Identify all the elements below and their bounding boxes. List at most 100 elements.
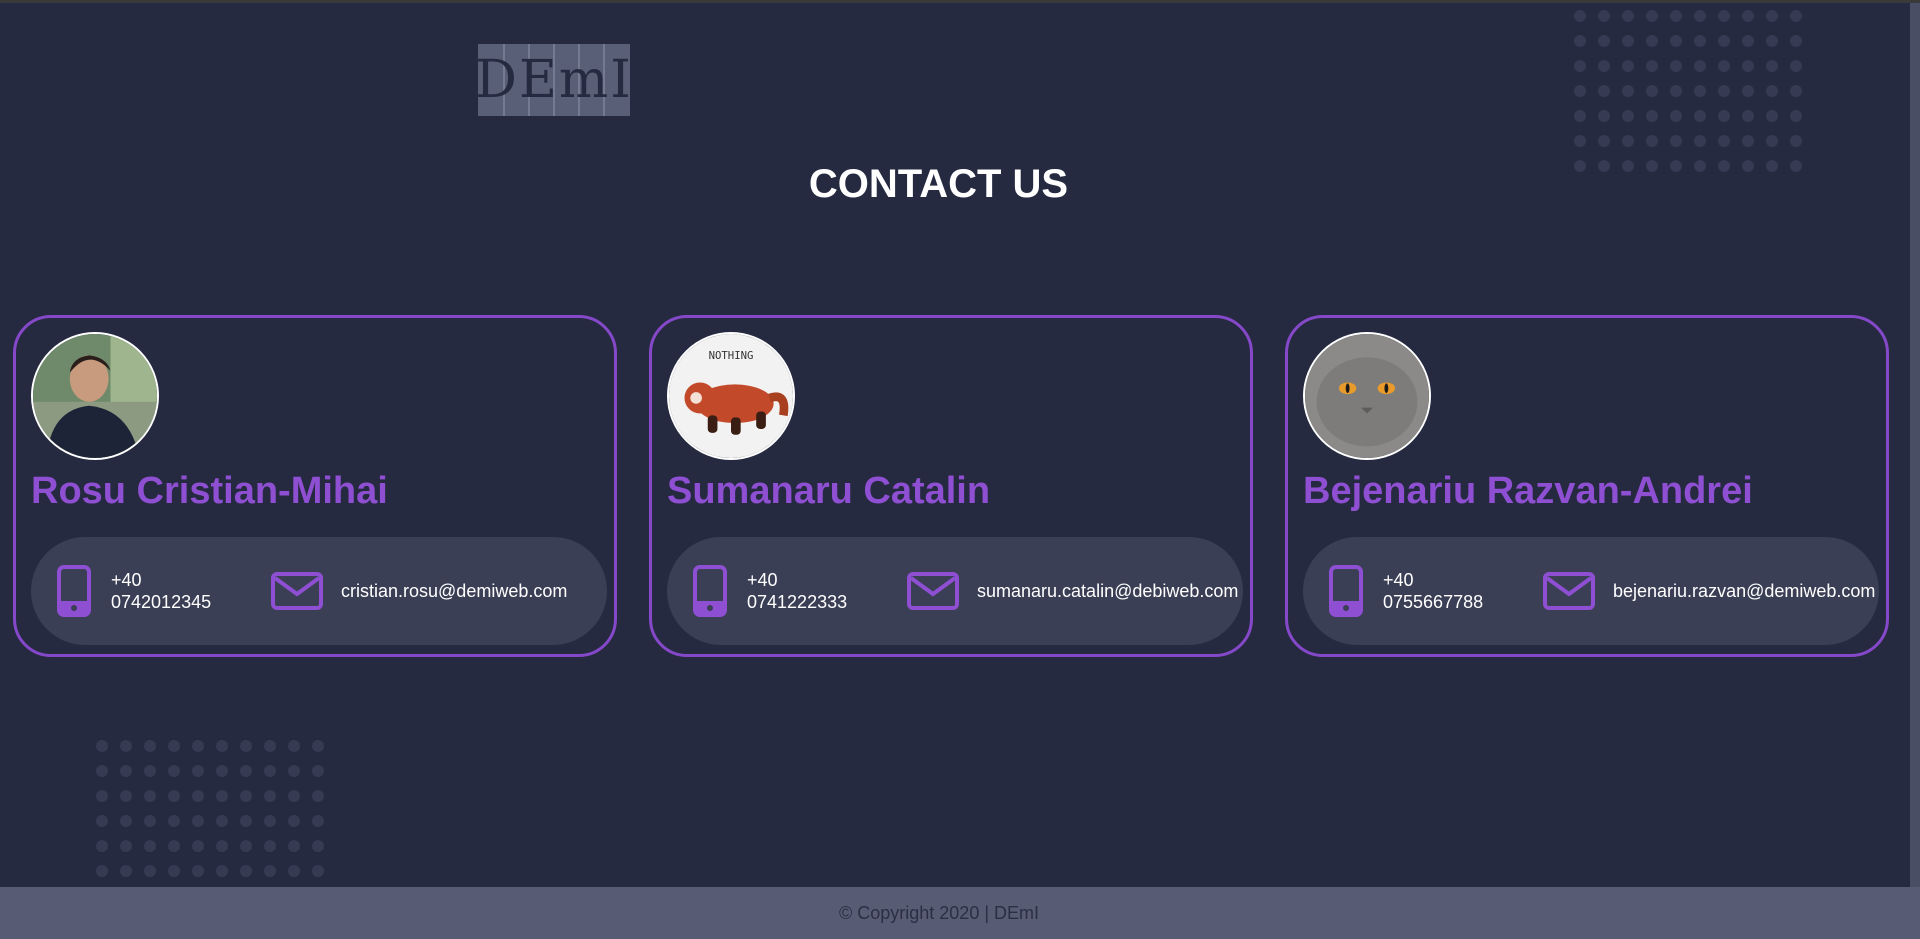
decorative-dot [240,740,252,752]
envelope-icon [271,572,323,610]
phone-icon [1329,565,1363,617]
decorative-dot [1574,110,1586,122]
phone-number[interactable]: +40 0755667788 [1383,569,1483,613]
decorative-dot [1718,110,1730,122]
decorative-dot [312,790,324,802]
decorative-dot [288,765,300,777]
decorative-dot [168,765,180,777]
decorative-dot [216,865,228,877]
decorative-dot [96,740,108,752]
decorative-dot [264,815,276,827]
decorative-dot [312,815,324,827]
decorative-dot [1742,10,1754,22]
scrollbar[interactable] [1910,3,1920,887]
decorative-dot [168,840,180,852]
decorative-dot [1742,110,1754,122]
decorative-dot [240,765,252,777]
decorative-dot [1646,110,1658,122]
browser-top-edge [0,0,1920,3]
decorative-dot [1790,85,1802,97]
contact-card: Rosu Cristian-Mihai +40 0742012345 crist… [13,315,617,657]
decorative-dot [288,840,300,852]
decorative-dot [1766,85,1778,97]
decorative-dot [216,815,228,827]
email-link[interactable]: bejenariu.razvan@demiweb.com [1613,581,1875,602]
decorative-dot [1670,85,1682,97]
decorative-dot [96,790,108,802]
phone-digits: 0741222333 [747,592,848,612]
contact-name: Sumanaru Catalin [667,470,991,512]
phone-digits: 0755667788 [1383,592,1484,612]
decorative-dot [1646,60,1658,72]
decorative-dot [264,790,276,802]
email-link[interactable]: cristian.rosu@demiweb.com [341,581,567,602]
decorative-dot [120,740,132,752]
avatar [31,332,159,460]
decorative-dot [192,815,204,827]
decorative-dot [240,790,252,802]
decorative-dot [96,840,108,852]
envelope-icon [907,572,959,610]
logo-text: DEmI [478,50,630,110]
decorative-dot [1622,35,1634,47]
decorative-dot [168,865,180,877]
decorative-dot [144,815,156,827]
decorative-dot [1574,135,1586,147]
decorative-dot [1670,35,1682,47]
decorative-dot [120,865,132,877]
decorative-dot [1574,35,1586,47]
grey-cat-photo [1305,334,1429,458]
phone-digits: 0742012345 [111,592,212,612]
decorative-dot [216,790,228,802]
decorative-dot [120,840,132,852]
decorative-dot [1766,35,1778,47]
decorative-dot [1742,135,1754,147]
email-link[interactable]: sumanaru.catalin@debiweb.com [977,581,1238,602]
decorative-dot [1574,60,1586,72]
decorative-dot [1622,10,1634,22]
decorative-dot [288,740,300,752]
decorative-dot [1766,10,1778,22]
contact-name: Bejenariu Razvan-Andrei [1303,470,1753,512]
decorative-dot [1742,85,1754,97]
footer: © Copyright 2020 | DEmI [0,887,1920,939]
decorative-dot [264,740,276,752]
decorative-dot [1646,10,1658,22]
decorative-dot [1694,85,1706,97]
decorative-dot [1742,60,1754,72]
decorative-dot [168,790,180,802]
decorative-dot [192,740,204,752]
decorative-dot [264,765,276,777]
decorative-dot [1670,10,1682,22]
decorative-dot [1790,35,1802,47]
decorative-dot [1670,110,1682,122]
decorative-dot [168,740,180,752]
decorative-dot [288,865,300,877]
decorative-dot [144,740,156,752]
decorative-dot [1598,135,1610,147]
copyright-text: © Copyright 2020 | DEmI [838,902,1040,923]
decorative-dot [1670,135,1682,147]
decorative-dot [1574,85,1586,97]
decorative-dot [1598,85,1610,97]
decorative-dot [144,765,156,777]
decorative-dot [312,865,324,877]
decorative-dot [1598,35,1610,47]
decorative-dot [1766,135,1778,147]
page-title: CONTACT US [808,162,1069,206]
decorative-dot [288,815,300,827]
phone-number[interactable]: +40 0741222333 [747,569,847,613]
decorative-dot [168,815,180,827]
decorative-dot [1622,85,1634,97]
phone-number[interactable]: +40 0742012345 [111,569,211,613]
decorative-dot [1622,60,1634,72]
contact-card: NOTHING Sumanaru Catalin +40 0741222333 … [649,315,1253,657]
decorative-dot [96,865,108,877]
decorative-dot [1790,110,1802,122]
site-logo[interactable]: DEmI [478,44,630,116]
decorative-dot [1694,35,1706,47]
decorative-dot [1790,10,1802,22]
decorative-dot [1646,135,1658,147]
decorative-dot [120,790,132,802]
phone-icon [57,565,91,617]
